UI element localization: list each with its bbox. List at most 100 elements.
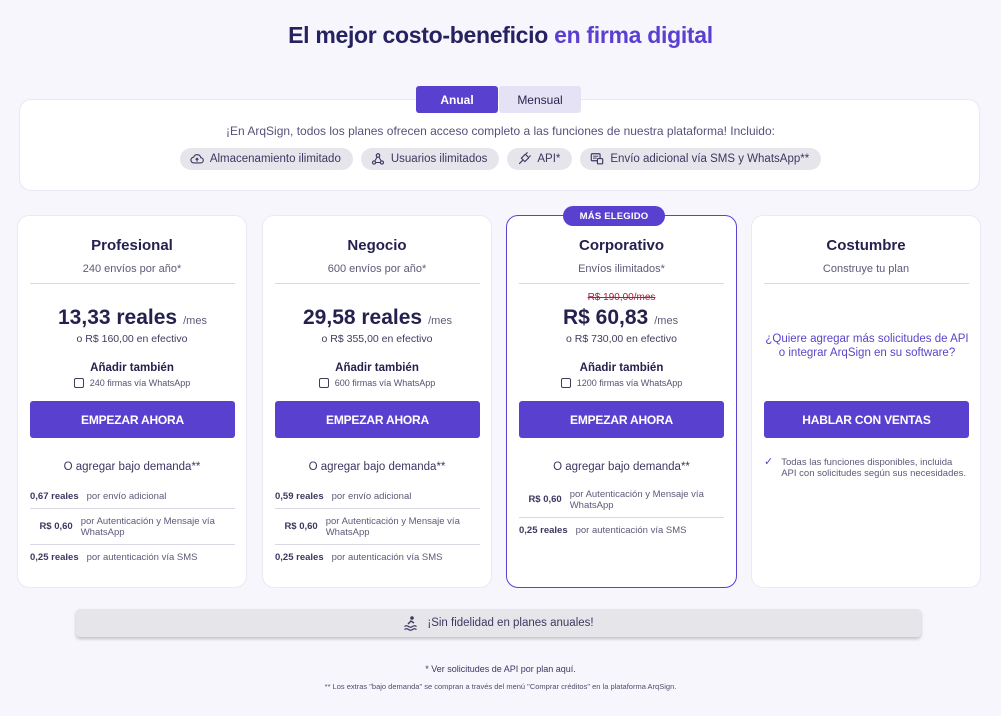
talk-to-sales-button[interactable]: HABLAR CON VENTAS [764, 401, 969, 438]
price-period: /mes [183, 315, 207, 327]
ondemand-value: 0,67 reales [30, 490, 79, 502]
ondemand-row: 0,59 reales por envío adicional [275, 484, 480, 509]
message-screen-icon [591, 153, 604, 165]
chip-sms-whatsapp: Envío adicional vía SMS y WhatsApp** [580, 148, 822, 170]
footnote-extras: ** Los extras "bajo demanda" se compran … [324, 682, 677, 691]
ondemand-title: O agregar bajo demanda** [308, 461, 446, 473]
add-option-label: 240 firmas vía WhatsApp [89, 378, 191, 388]
check-icon: ✓ [764, 456, 774, 468]
plan-subtitle: Construye tu plan [822, 263, 910, 275]
add-whatsapp-option[interactable]: 240 firmas vía WhatsApp [18, 378, 246, 388]
add-whatsapp-option[interactable]: 1200 firmas vía WhatsApp [507, 378, 736, 388]
chip-api: API* [507, 148, 573, 170]
page-title: El mejor costo-beneficio en firma digita… [0, 22, 1001, 49]
wave-person-icon [404, 616, 418, 631]
ondemand-desc: por envío adicional [331, 490, 412, 502]
no-loyalty-banner: ¡Sin fidelidad en planes anuales! [76, 609, 921, 637]
ondemand-title: O agregar bajo demanda** [63, 461, 201, 473]
add-also-title: Añadir también [90, 362, 174, 374]
divider [519, 283, 724, 284]
title-accent: en firma digital [554, 22, 713, 48]
banner-text: ¡Sin fidelidad en planes anuales! [427, 617, 594, 629]
chip-label: Usuarios ilimitados [390, 153, 488, 165]
price-period: /mes [654, 315, 679, 327]
ondemand-value: 0,25 reales [30, 551, 79, 563]
chip-storage: Almacenamiento ilimitado [179, 148, 353, 170]
ondemand-row: 0,25 reales por autenticación vía SMS [519, 519, 724, 541]
billing-toggle: Anual Mensual [416, 86, 581, 113]
plan-name: Costumbre [826, 237, 906, 254]
ondemand-value: R$ 0,60 [528, 494, 562, 505]
price-amount: R$ 60,83 [563, 306, 649, 329]
ondemand-row: R$ 0,60 por Autenticación y Mensaje vía … [275, 509, 480, 545]
plug-icon [519, 152, 532, 165]
add-also-title: Añadir también [579, 362, 664, 374]
ondemand-value: 0,25 reales [275, 551, 324, 563]
plan-card-profesional: Profesional 240 envíos por año* 13,33 re… [17, 215, 247, 588]
ondemand-value: 0,59 reales [275, 490, 324, 502]
start-now-button[interactable]: EMPEZAR AHORA [519, 401, 724, 438]
plan-card-negocio: Negocio 600 envíos por año* 29,58 reales… [262, 215, 492, 588]
start-now-button[interactable]: EMPEZAR AHORA [30, 401, 235, 438]
chip-users: Usuarios ilimitados [360, 148, 500, 170]
plan-subtitle: Envíos ilimitados* [578, 263, 665, 275]
checkbox[interactable] [560, 378, 571, 388]
plan-price: R$ 60,83 /mes [563, 306, 678, 330]
custom-feature-text: Todas las funciones disponibles, incluid… [781, 457, 967, 479]
ondemand-value: 0,25 reales [519, 524, 568, 536]
add-also-title: Añadir también [335, 362, 419, 374]
ondemand-desc: por Autenticación y Mensaje vía WhatsApp [569, 488, 704, 511]
add-option-label: 600 firmas vía WhatsApp [334, 378, 436, 388]
footnote-api[interactable]: * Ver solicitudes de API por plan aquí. [0, 664, 1001, 674]
cash-price: o R$ 730,00 en efectivo [566, 333, 677, 345]
custom-feature: ✓ Todas las funciones disponibles, inclu… [764, 456, 969, 480]
price-period: /mes [428, 315, 452, 327]
chip-label: Almacenamiento ilimitado [209, 153, 341, 165]
most-chosen-badge: MÁS ELEGIDO [563, 206, 665, 226]
ondemand-row: 0,67 reales por envío adicional [30, 484, 235, 509]
ondemand-row: 0,25 reales por autenticación vía SMS [275, 547, 480, 567]
plan-price: 29,58 reales /mes [303, 306, 452, 330]
ondemand-row: R$ 0,60 por Autenticación y Mensaje vía … [519, 482, 724, 518]
ondemand-desc: por Autenticación y Mensaje vía WhatsApp [325, 515, 460, 538]
cash-price: o R$ 355,00 en efectivo [321, 333, 433, 345]
plan-subtitle: 240 envíos por año* [82, 263, 182, 275]
divider [275, 283, 480, 284]
plan-name: Corporativo [578, 237, 664, 254]
api-question: ¿Quiere agregar más solicitudes de API o… [765, 333, 969, 359]
ondemand-desc: por Autenticación y Mensaje vía WhatsApp [80, 515, 215, 538]
add-whatsapp-option[interactable]: 600 firmas vía WhatsApp [263, 378, 491, 388]
checkbox[interactable] [73, 378, 84, 388]
plan-card-corporativo: MÁS ELEGIDO Corporativo Envíos ilimitado… [506, 206, 737, 588]
ondemand-desc: por autenticación vía SMS [575, 524, 687, 536]
divider [30, 283, 235, 284]
ondemand-row: R$ 0,60 por Autenticación y Mensaje vía … [30, 509, 235, 545]
divider [764, 283, 969, 284]
title-main: El mejor costo-beneficio [288, 22, 548, 48]
start-now-button[interactable]: EMPEZAR AHORA [275, 401, 480, 438]
checkbox[interactable] [318, 378, 329, 388]
ondemand-desc: por envío adicional [86, 490, 167, 502]
plan-name: Profesional [91, 237, 173, 254]
ondemand-row: 0,25 reales por autenticación vía SMS [30, 547, 235, 567]
users-network-icon [371, 153, 384, 165]
toggle-annual-button[interactable]: Anual [416, 86, 498, 113]
add-option-label: 1200 firmas vía WhatsApp [576, 378, 683, 388]
features-info-text: ¡En ArqSign, todos los planes ofrecen ac… [226, 124, 775, 138]
ondemand-desc: por autenticación vía SMS [86, 551, 198, 563]
old-price: R$ 190,00/mes [587, 292, 656, 303]
plan-card-costumbre: Costumbre Construye tu plan ¿Quiere agre… [751, 215, 981, 588]
ondemand-value: R$ 0,60 [39, 521, 73, 532]
plan-subtitle: 600 envíos por año* [327, 263, 427, 275]
price-amount: 13,33 reales [58, 306, 178, 329]
toggle-monthly-button[interactable]: Mensual [499, 86, 581, 113]
chip-label: Envío adicional vía SMS y WhatsApp** [610, 153, 810, 165]
ondemand-desc: por autenticación vía SMS [331, 551, 443, 563]
plan-name: Negocio [347, 237, 407, 254]
price-amount: 29,58 reales [303, 306, 423, 329]
plan-price: 13,33 reales /mes [58, 306, 207, 330]
ondemand-value: R$ 0,60 [284, 521, 318, 532]
features-chips: Almacenamiento ilimitado Usuarios ilimit… [0, 148, 1001, 170]
cloud-upload-icon [190, 154, 204, 164]
ondemand-title: O agregar bajo demanda** [553, 461, 690, 473]
